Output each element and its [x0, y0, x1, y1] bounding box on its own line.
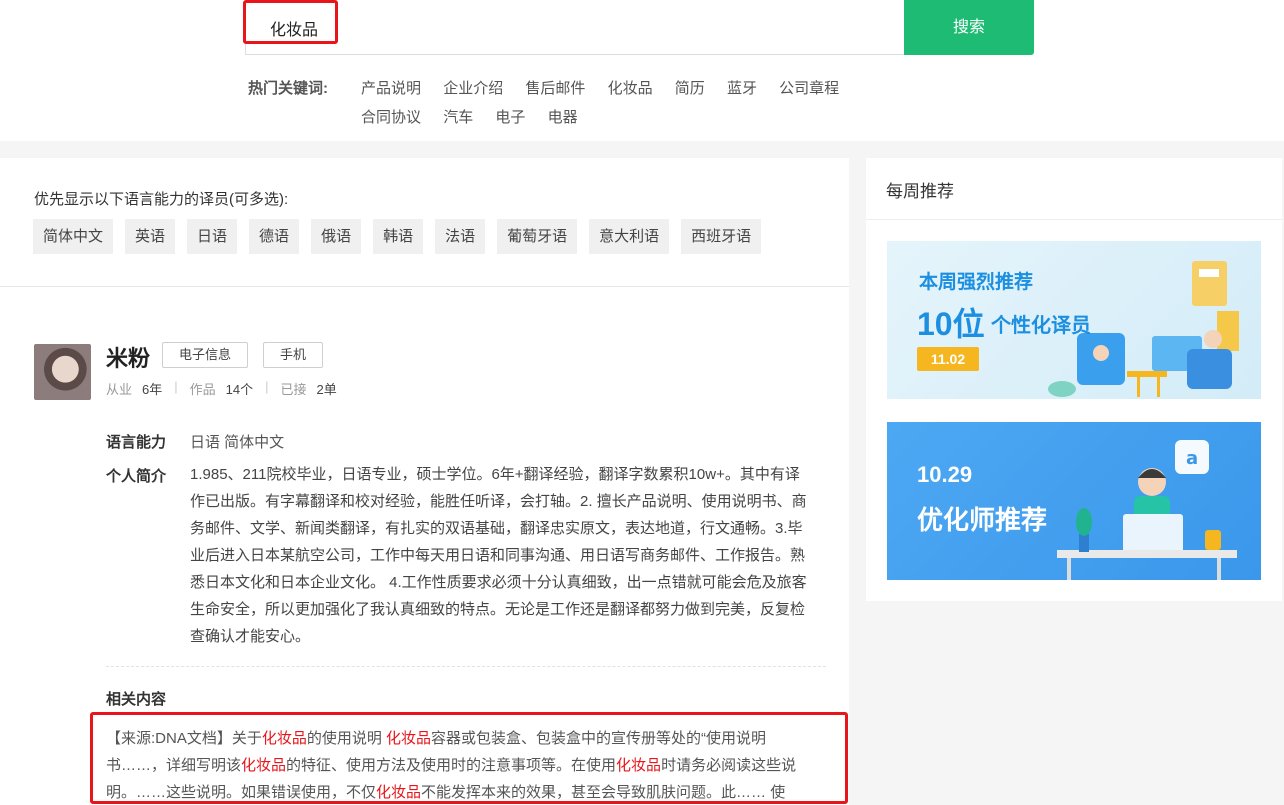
- keyword-highlight: 化妆品: [376, 784, 422, 801]
- language-filter-option[interactable]: 俄语: [311, 219, 362, 254]
- banner-count: 10位: [917, 306, 985, 342]
- hot-keyword[interactable]: 公司章程: [779, 80, 839, 97]
- related-text: 不能发挥本来的效果，甚至会导致肌肤问题。此…… 使: [421, 784, 786, 801]
- hot-keyword[interactable]: 企业介绍: [443, 80, 503, 97]
- language-filter-option[interactable]: 日语: [187, 219, 238, 254]
- hot-keyword[interactable]: 蓝牙: [727, 80, 757, 97]
- related-text: 【来源:DNA文档】关于: [106, 730, 262, 747]
- search-input[interactable]: 化妆品: [245, 0, 905, 55]
- hot-keyword[interactable]: 售后邮件: [525, 80, 585, 97]
- hot-keyword[interactable]: 产品说明: [361, 80, 421, 97]
- hot-keywords-label: 热门关键词:: [248, 80, 328, 97]
- language-filter-option[interactable]: 简体中文: [33, 219, 114, 254]
- language-filter-option[interactable]: 意大利语: [589, 219, 670, 254]
- hot-keyword[interactable]: 汽车: [443, 109, 473, 126]
- intro-text: 1.985、211院校毕业，日语专业，硕士学位。6年+翻译经验，翻译字数累积10…: [190, 466, 807, 645]
- translator-list-panel: 优先显示以下语言能力的译员(可多选): 简体中文 英语 日语 德语 俄语 韩语 …: [0, 158, 849, 805]
- language-filter-option[interactable]: 韩语: [373, 219, 424, 254]
- language-filter-option[interactable]: 法语: [435, 219, 486, 254]
- keyword-highlight: 化妆品: [616, 757, 662, 774]
- stat-separator: |: [265, 379, 269, 394]
- svg-text:a: a: [1186, 448, 1198, 469]
- related-content-text[interactable]: 【来源:DNA文档】关于化妆品的使用说明 化妆品容器或包装盒、包装盒中的宣传册等…: [106, 725, 826, 805]
- banner-date-badge: 11.02: [917, 347, 979, 371]
- hot-keywords-row-1: 产品说明 企业介绍 售后邮件 化妆品 简历 蓝牙 公司章程: [361, 77, 857, 98]
- banner-title: 优化师推荐: [917, 505, 1048, 535]
- related-text: 的使用说明: [306, 730, 387, 747]
- language-filter-option[interactable]: 德语: [249, 219, 300, 254]
- divider: [866, 219, 1282, 220]
- hot-keyword[interactable]: 合同协议: [361, 109, 421, 126]
- hot-keyword[interactable]: 简历: [675, 80, 705, 97]
- hot-keyword[interactable]: 化妆品: [608, 80, 653, 97]
- banner-date: 10.29: [917, 462, 973, 487]
- avatar[interactable]: [34, 344, 91, 400]
- language-ability-label: 语言能力: [106, 434, 167, 451]
- stat-label: 已接: [280, 382, 307, 397]
- recommend-banner-2[interactable]: a 10.29 优化师推荐: [887, 422, 1261, 580]
- language-filter-tags: 简体中文 英语 日语 德语 俄语 韩语 法语 葡萄牙语 意大利语 西班牙语: [33, 219, 773, 254]
- stat-value: 2单: [316, 382, 337, 397]
- banner-headline: 本周强烈推荐: [919, 272, 1034, 293]
- language-filter-option[interactable]: 葡萄牙语: [497, 219, 578, 254]
- stat-label: 从业: [106, 382, 133, 397]
- search-header: 化妆品 搜索 热门关键词: 产品说明 企业介绍 售后邮件 化妆品 简历 蓝牙 公…: [0, 0, 1284, 141]
- language-filter-title: 优先显示以下语言能力的译员(可多选):: [34, 191, 289, 208]
- weekly-recommend-title: 每周推荐: [886, 182, 954, 201]
- stat-separator: |: [174, 379, 178, 394]
- recommend-banner-1[interactable]: 本周强烈推荐 10位 个性化译员 11.02: [887, 241, 1261, 399]
- stat-value: 14个: [225, 382, 254, 397]
- translator-name[interactable]: 米粉: [106, 341, 150, 373]
- field-tag: 电子信息: [162, 342, 249, 368]
- divider: [0, 286, 849, 287]
- hot-keyword[interactable]: 电子: [495, 109, 525, 126]
- related-text: 的特征、使用方法及使用时的注意事项等。在使用: [286, 757, 617, 774]
- hot-keyword[interactable]: 电器: [548, 109, 578, 126]
- language-filter-option[interactable]: 英语: [125, 219, 176, 254]
- stat-value: 6年: [142, 382, 163, 397]
- weekly-recommend-panel: 每周推荐 本周强烈推荐 10位 个性化译员 11.02 a 10.29 优化师推…: [866, 158, 1282, 601]
- stat-label: 作品: [189, 382, 216, 397]
- search-highlight-box: [243, 0, 338, 44]
- keyword-highlight: 化妆品: [386, 730, 432, 747]
- search-button[interactable]: 搜索: [904, 0, 1034, 55]
- related-content-label: 相关内容: [106, 691, 167, 708]
- translator-stats: 从业 6年 | 作品 14个 | 已接 2单: [106, 379, 337, 398]
- language-ability-value: 日语 简体中文: [190, 434, 285, 451]
- language-filter-option[interactable]: 西班牙语: [681, 219, 762, 254]
- keyword-highlight: 化妆品: [261, 730, 307, 747]
- keyword-highlight: 化妆品: [241, 757, 287, 774]
- intro-label: 个人简介: [106, 468, 167, 485]
- field-tag: 手机: [263, 342, 324, 368]
- hot-keywords-row-2: 合同协议 汽车 电子 电器: [361, 106, 596, 127]
- dashed-divider: [106, 666, 826, 667]
- banner-subtitle: 个性化译员: [991, 315, 1091, 337]
